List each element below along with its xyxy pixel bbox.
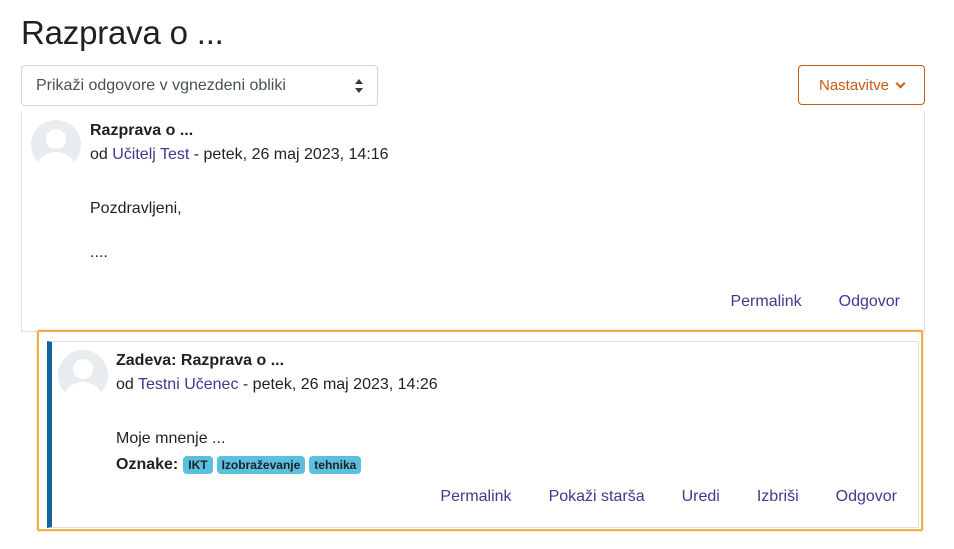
forum-reply-post: Zadeva: Razprava o ... od Testni Učenec … — [47, 341, 919, 528]
forum-post: Razprava o ... od Učitelj Test - petek, … — [21, 111, 925, 332]
chevron-down-icon — [895, 78, 906, 88]
post-actions: Permalink Pokaži starša Uredi Izbriši Od… — [440, 488, 897, 506]
tag-badge[interactable]: Izobraževanje — [216, 456, 306, 474]
post-actions: Permalink Odgovor — [730, 293, 900, 311]
display-mode-value: Prikaži odgovore v vgnezdeni obliki — [36, 76, 286, 94]
post-subject: Razprava o ... — [90, 122, 194, 139]
by-label: od — [90, 146, 113, 163]
tags-row: Oznake: IKT Izobraževanje tehnika — [116, 456, 362, 474]
edit-link[interactable]: Uredi — [682, 488, 720, 506]
permalink-link[interactable]: Permalink — [440, 488, 511, 506]
page-title: Razprava o ... — [21, 14, 224, 51]
reply-link[interactable]: Odgovor — [836, 488, 897, 506]
post-paragraph: .... — [90, 244, 108, 261]
permalink-link[interactable]: Permalink — [730, 293, 801, 311]
select-arrows-icon — [355, 79, 363, 93]
tags-label: Oznake: — [116, 456, 179, 473]
tag-badge[interactable]: tehnika — [309, 456, 362, 474]
avatar[interactable] — [31, 120, 81, 170]
post-meta: od Testni Učenec - petek, 26 maj 2023, 1… — [116, 376, 438, 394]
tag-badge[interactable]: IKT — [183, 456, 213, 474]
post-subject: Zadeva: Razprava o ... — [116, 352, 285, 369]
settings-label: Nastavitve — [818, 76, 890, 94]
post-date: - petek, 26 maj 2023, 14:16 — [189, 146, 389, 163]
reply-link[interactable]: Odgovor — [839, 293, 900, 311]
author-link[interactable]: Učitelj Test — [112, 146, 189, 163]
author-link[interactable]: Testni Učenec — [138, 376, 239, 393]
settings-button[interactable]: Nastavitve — [798, 65, 925, 105]
show-parent-link[interactable]: Pokaži starša — [549, 488, 645, 506]
post-meta: od Učitelj Test - petek, 26 maj 2023, 14… — [90, 146, 389, 164]
display-mode-select[interactable]: Prikaži odgovore v vgnezdeni obliki — [21, 65, 378, 106]
by-label: od — [116, 376, 138, 393]
avatar[interactable] — [58, 350, 108, 400]
post-date: - petek, 26 maj 2023, 14:26 — [238, 376, 438, 393]
post-paragraph: Moje mnenje ... — [116, 430, 226, 447]
delete-link[interactable]: Izbriši — [757, 488, 799, 506]
post-paragraph: Pozdravljeni, — [90, 200, 182, 217]
